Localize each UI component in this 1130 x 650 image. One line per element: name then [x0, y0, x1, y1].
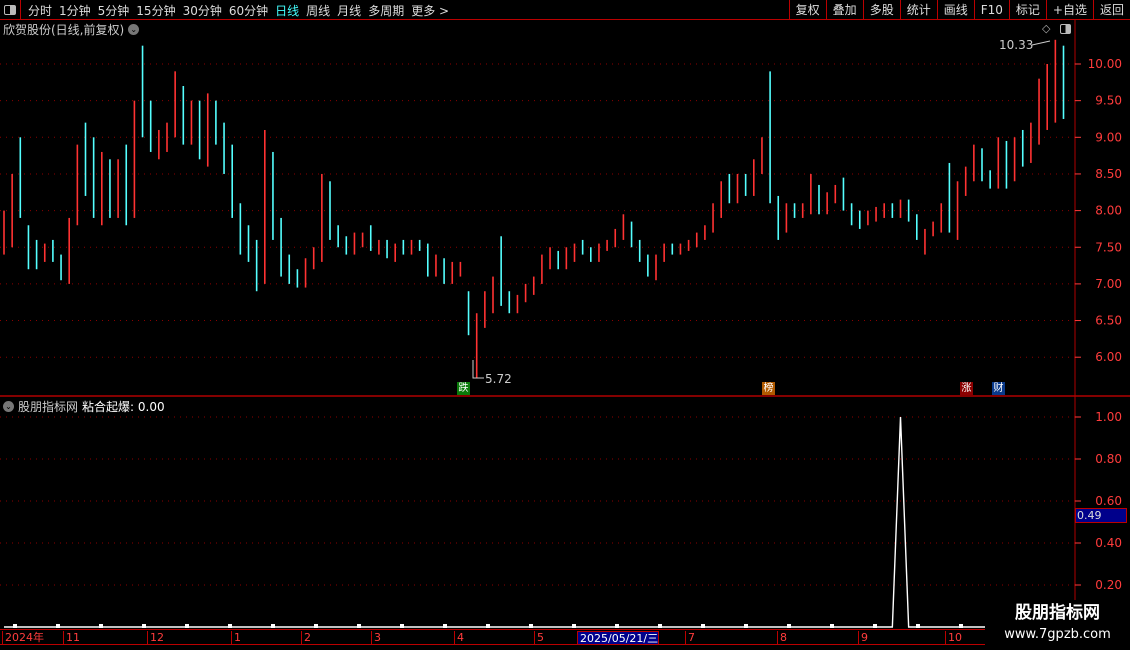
indicator-point: [13, 624, 17, 628]
low-price-label: 5.72: [485, 372, 512, 386]
date-axis-label: 7: [685, 631, 695, 645]
date-axis-label: 9: [858, 631, 868, 645]
indicator-point: [701, 624, 705, 628]
y-tick-label: 8.50: [1095, 167, 1122, 181]
indicator-point: [185, 624, 189, 628]
date-axis-label: 1: [231, 631, 241, 645]
date-axis-label: 11: [63, 631, 80, 645]
y-tick-label: 0.20: [1095, 578, 1122, 592]
marker-fall[interactable]: 跌: [457, 382, 470, 395]
y-tick-label: 9.50: [1095, 94, 1122, 108]
marker-finance[interactable]: 财: [992, 382, 1005, 395]
y-tick-label: 9.00: [1095, 130, 1122, 144]
y-tick-label: 6.00: [1095, 350, 1122, 364]
indicator-point: [486, 624, 490, 628]
indicator-current-value: 0.49: [1075, 508, 1127, 523]
y-tick-label: 10.00: [1088, 57, 1122, 71]
indicator-point: [56, 624, 60, 628]
diamond-icon[interactable]: ◇: [1042, 22, 1050, 35]
date-axis-label: 3: [371, 631, 381, 645]
marker-list[interactable]: 榜: [762, 382, 775, 395]
y-tick-label: 7.00: [1095, 277, 1122, 291]
indicator-point: [615, 624, 619, 628]
panel-icon[interactable]: [1060, 24, 1071, 34]
indicator-point: [357, 624, 361, 628]
indicator-point: [830, 624, 834, 628]
high-price-label: 10.33: [999, 38, 1034, 52]
date-axis-label: 12: [147, 631, 164, 645]
indicator-value: 粘合起爆: 0.00: [82, 400, 165, 414]
date-axis-label: 5: [534, 631, 544, 645]
indicator-source: 股朋指标网: [18, 400, 79, 414]
indicator-point: [572, 624, 576, 628]
indicator-point: [959, 624, 963, 628]
indicator-point: [271, 624, 275, 628]
indicator-point: [228, 624, 232, 628]
date-axis-label: 8: [777, 631, 787, 645]
indicator-title: ⌄ 股朋指标网 粘合起爆: 0.00: [3, 398, 165, 415]
watermark-name: 股朋指标网: [1015, 603, 1100, 623]
indicator-point: [142, 624, 146, 628]
indicator-point: [529, 624, 533, 628]
price-chart[interactable]: 6.00 6.50 7.00 7.50 8.00 8.50 9.00 9.50 10.00 0.2…: [0, 0, 1130, 650]
date-axis-label: 2024年: [2, 631, 44, 645]
y-tick-label: 7.50: [1095, 240, 1122, 254]
date-axis: 2024年 11 12 1 2 3 4 5 2025/05/21/三 7 8 9 10: [0, 629, 985, 645]
date-axis-label: 10: [945, 631, 962, 645]
indicator-point: [744, 624, 748, 628]
high-arrow: [1031, 40, 1051, 46]
y-tick-label: 0.80: [1095, 452, 1122, 466]
chevron-down-icon[interactable]: ⌄: [3, 401, 14, 412]
indicator-point: [314, 624, 318, 628]
date-axis-label: 2025/05/21/三: [577, 631, 660, 645]
watermark: 股朋指标网 www.7gpzb.com: [985, 600, 1130, 650]
date-axis-label: 2: [301, 631, 311, 645]
y-tick-label: 8.00: [1095, 204, 1122, 218]
y-tick-label: 0.40: [1095, 536, 1122, 550]
watermark-url: www.7gpzb.com: [1004, 627, 1111, 642]
y-tick-label: 6.50: [1095, 314, 1122, 328]
indicator-point: [400, 624, 404, 628]
indicator-point: [787, 624, 791, 628]
marker-rise[interactable]: 涨: [960, 382, 973, 395]
date-axis-label: 4: [454, 631, 464, 645]
indicator-line: [4, 416, 1064, 628]
indicator-point: [443, 624, 447, 628]
indicator-point: [658, 624, 662, 628]
indicator-point: [916, 624, 920, 628]
indicator-point: [873, 624, 877, 628]
y-tick-label: 0.60: [1095, 494, 1122, 508]
y-tick-label: 1.00: [1095, 410, 1122, 424]
low-arrow: [472, 360, 484, 379]
indicator-point: [99, 624, 103, 628]
